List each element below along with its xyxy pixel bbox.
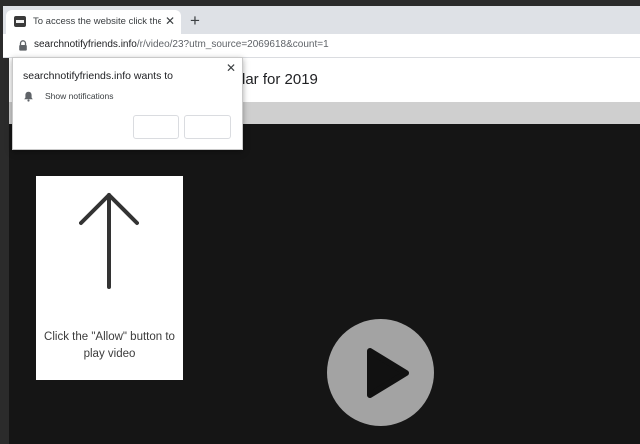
instruction-text: Click the "Allow" button to play video <box>44 331 175 360</box>
allow-button[interactable] <box>133 115 179 139</box>
play-button[interactable] <box>327 319 434 426</box>
block-button[interactable] <box>184 115 231 139</box>
page-header-text: lar for 2019 <box>242 71 318 88</box>
tab-title: To access the website click the "Allow" … <box>33 16 161 27</box>
arrow-up-icon <box>79 193 139 289</box>
favicon-icon <box>14 16 26 27</box>
tab-strip: To access the website click the "Allow" … <box>3 6 640 34</box>
bell-icon <box>24 91 33 102</box>
url-path: /r/video/23?utm_source=2069618&count=1 <box>136 39 329 50</box>
url-text[interactable]: searchnotifyfriends.info/r/video/23?utm_… <box>34 39 634 53</box>
tab-close-icon[interactable]: ✕ <box>163 14 177 28</box>
allow-instruction-card: Click the "Allow" button to play video <box>36 176 183 380</box>
prompt-title: searchnotifyfriends.info wants to <box>23 70 173 82</box>
notification-permission-prompt: searchnotifyfriends.info wants to ✕ Show… <box>12 57 243 150</box>
address-bar[interactable]: searchnotifyfriends.info/r/video/23?utm_… <box>3 34 640 58</box>
lock-icon[interactable] <box>18 40 28 51</box>
prompt-close-icon[interactable]: ✕ <box>224 61 238 75</box>
tab-active[interactable]: To access the website click the "Allow" … <box>6 10 181 34</box>
new-tab-button[interactable]: + <box>185 12 205 31</box>
url-domain: searchnotifyfriends.info <box>34 39 137 50</box>
play-icon <box>367 348 409 398</box>
prompt-permission-text: Show notifications <box>45 91 114 101</box>
